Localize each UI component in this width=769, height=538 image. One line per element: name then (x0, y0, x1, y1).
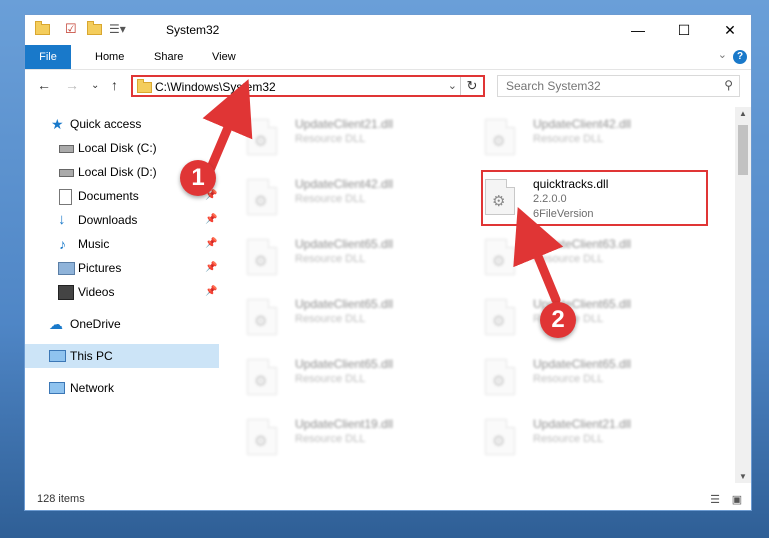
step-2-badge: 2 (540, 302, 576, 338)
arrow-2 (513, 207, 564, 305)
annotation-arrows (202, 79, 564, 305)
arrow-1 (202, 79, 253, 175)
step-1-badge: 1 (180, 160, 216, 196)
